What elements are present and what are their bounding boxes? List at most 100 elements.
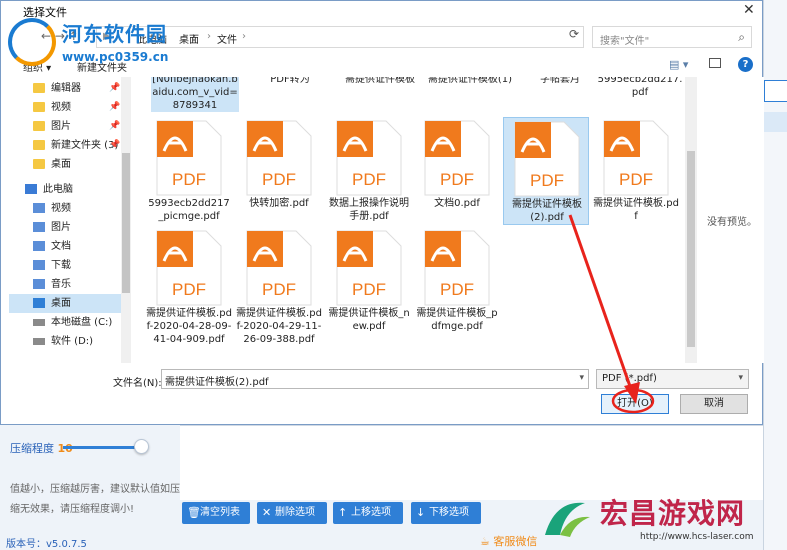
pdf-file-icon: PDF [514,121,580,197]
nav-item-label: 下载 [51,260,71,271]
preview-pane-icon[interactable] [709,58,721,68]
nav-item[interactable]: 本地磁盘 (C:) [9,313,121,332]
nav-item[interactable]: 桌面 [9,155,121,174]
pdf-file-icon: PDF [246,230,312,306]
file-name-partial[interactable]: 字帖套月 [516,77,604,86]
pdf-file-icon: PDF [336,120,402,196]
svg-text:PDF: PDF [352,170,386,189]
library-folder-icon [33,222,45,232]
clear-list-label: 清空列表 [200,507,240,518]
pdf-file-icon: PDF [603,120,669,196]
navigation-pane: 编辑器 📌 视频 📌 图片 📌 新建文件夹 (3) 📌 桌面 此电脑 视频 图片 文档 下载 音乐 桌面 本地磁… [9,77,132,363]
list-toolbar: 🗑 清空列表 ✕ 删除选项 ↑ 上移选项 ↓ 下移选项 [180,500,500,526]
svg-text:PDF: PDF [262,280,296,299]
file-name-partial[interactable]: 需提供证件模板 [336,77,424,86]
filename-field[interactable]: 需提供证件模板(2).pdf ▾ [161,369,589,389]
file-item[interactable]: PDF 需提供证件模板_new.pdf [326,227,412,335]
app-field[interactable] [764,80,787,102]
file-scrollbar-thumb[interactable] [687,151,695,347]
file-item[interactable]: PDF 文档0.pdf [414,117,500,225]
nav-item[interactable]: 软件 (D:) [9,332,121,351]
game-site-logo-icon [545,502,590,537]
move-down-button[interactable]: ↓ 下移选项 [411,502,481,524]
arrow-down-icon: ↓ [416,506,426,519]
file-name: 需提供证件模板.pdf-2020-04-28-09-41-04-909.pdf [146,308,232,345]
move-up-button[interactable]: ↑ 上移选项 [333,502,403,524]
nav-item[interactable]: 视频 📌 [9,98,121,117]
pin-icon: 📌 [109,102,121,112]
close-icon[interactable]: ✕ [743,2,755,18]
app-file-list [180,425,763,500]
library-folder-icon [33,241,45,251]
folder-icon [33,140,45,150]
open-button[interactable]: 打开(O) [601,394,669,414]
file-name-partial[interactable]: PDF转为 [246,77,334,86]
pdf-file-icon: PDF [156,120,222,196]
file-name-partial[interactable]: 需提供证件模板(1) [426,77,514,86]
nav-item[interactable]: 音乐 [9,275,121,294]
compress-slider-track[interactable] [63,446,143,449]
delete-item-button[interactable]: ✕ 删除选项 [257,502,327,524]
file-item[interactable]: PDF 需提供证件模板.pdf [593,117,679,225]
file-name: 需提供证件模板_pdfmge.pdf [416,308,498,332]
nav-item[interactable]: 桌面 [9,294,121,313]
nav-item-label: 图片 [51,121,71,132]
breadcrumb-folder[interactable]: 文件 [217,31,237,46]
search-icon: ⌕ [738,30,745,44]
clear-list-button[interactable]: 🗑 清空列表 [182,502,250,524]
view-options-icon[interactable]: ▤ ▾ [669,58,688,71]
nav-item[interactable]: 下载 [9,256,121,275]
file-item[interactable]: PDF 数据上报操作说明手册.pdf [326,117,412,225]
file-item[interactable]: PDF 需提供证件模板_pdfmge.pdf [414,227,500,335]
search-box[interactable]: 搜索"文件" ⌕ [592,26,752,48]
file-item[interactable]: PDF 需提供证件模板.pdf-2020-04-29-11-26-09-388.p… [236,227,322,345]
pdf-file-icon: PDF [336,230,402,306]
nav-item-label: 此电脑 [43,184,73,195]
compress-label: 压缩程度 [10,442,54,455]
filename-value: 需提供证件模板(2).pdf [165,377,269,388]
pin-icon: 📌 [109,83,121,93]
cancel-button[interactable]: 取消 [680,394,748,414]
compress-tip: 值越小，压缩越厉害，建议默认值如压缩无效果，请压缩程度调小! [10,484,180,515]
file-name-partial[interactable]: [N0fibejhaokan.baidu.com_v_vid=8789341 [151,77,239,112]
refresh-icon[interactable]: ⟳ [569,27,579,41]
file-item[interactable]: PDF 需提供证件模板(2).pdf [503,117,589,225]
svg-text:PDF: PDF [530,171,564,190]
chevron-down-icon[interactable]: ▾ [579,373,584,383]
nav-item[interactable]: 此电脑 [9,180,121,199]
pdf-file-icon: PDF [424,120,490,196]
site-name: 河东软件园 [62,22,167,46]
app-highlight [764,112,787,132]
folder-icon [33,159,45,169]
chevron-down-icon: ▾ [738,373,743,383]
folder-icon [33,83,45,93]
filename-label: 文件名(N): [113,378,162,389]
filetype-select[interactable]: PDF (*.pdf) ▾ [596,369,749,389]
file-name: 数据上报操作说明手册.pdf [329,198,409,222]
customer-service-link[interactable]: ☕ 客服微信 [480,533,537,549]
help-icon[interactable]: ? [738,57,753,72]
nav-item[interactable]: 文档 [9,237,121,256]
drive-icon [33,319,45,326]
file-name: 需提供证件模板.pdf [593,198,679,222]
file-name-partial[interactable]: 5995ecb2dd217.pdf [596,77,684,99]
desktop-icon [33,298,45,308]
nav-item[interactable]: 视频 [9,199,121,218]
nav-item[interactable]: 图片 [9,218,121,237]
nav-item[interactable]: 图片 📌 [9,117,121,136]
pdf-file-icon: PDF [246,120,312,196]
nav-scrollbar-thumb[interactable] [122,153,130,293]
nav-item-label: 编辑器 [51,83,81,94]
nav-item[interactable]: 新建文件夹 (3) 📌 [9,136,121,155]
svg-text:PDF: PDF [440,170,474,189]
file-item[interactable]: PDF 快转加密.pdf [236,117,322,225]
file-name: 快转加密.pdf [249,198,309,209]
library-folder-icon [33,279,45,289]
file-name: 需提供证件模板(2).pdf [512,199,582,223]
pin-icon: 📌 [109,140,121,150]
svg-text:PDF: PDF [440,280,474,299]
compress-slider-knob[interactable] [134,439,149,454]
file-item[interactable]: PDF 需提供证件模板.pdf-2020-04-28-09-41-04-909.p… [146,227,232,345]
nav-item[interactable]: 编辑器 📌 [9,79,121,98]
file-item[interactable]: PDF 5993ecb2dd217_picmge.pdf [146,117,232,225]
